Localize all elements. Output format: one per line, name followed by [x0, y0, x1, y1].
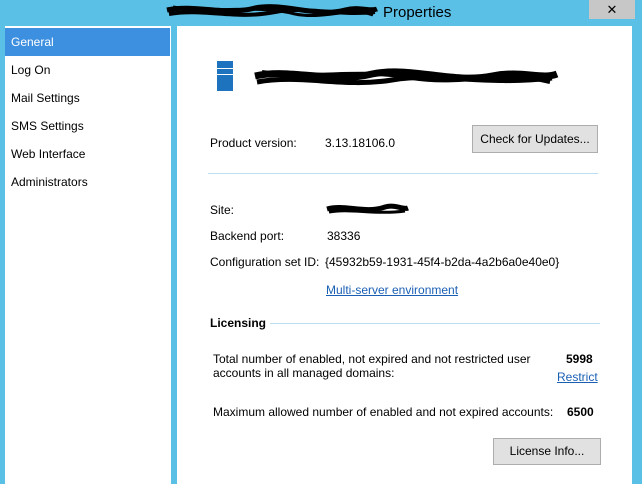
title-bar: Properties ✕ — [0, 0, 642, 26]
backend-port-value: 38336 — [327, 229, 361, 243]
sidebar-item-label: Log On — [11, 63, 51, 77]
restrict-link[interactable]: Restrict — [557, 370, 598, 384]
multi-server-environment-link[interactable]: Multi-server environment — [326, 283, 458, 297]
window-title: Properties — [383, 4, 452, 21]
check-for-updates-label: Check for Updates... — [480, 132, 590, 146]
configuration-set-id-value: {45932b59-1931-45f4-b2da-4a2b6a0e40e0} — [325, 255, 560, 269]
max-accounts-label: Maximum allowed number of enabled and no… — [213, 405, 554, 419]
redacted-title-scribble — [166, 4, 378, 18]
max-accounts-value: 6500 — [567, 405, 594, 419]
license-info-button[interactable]: License Info... — [493, 438, 601, 465]
redacted-server-name-scribble — [254, 68, 559, 86]
backend-port-label: Backend port: — [210, 229, 285, 243]
site-label: Site: — [210, 203, 235, 217]
product-version-label: Product version: — [210, 136, 297, 150]
sidebar-item-label: SMS Settings — [11, 119, 84, 133]
total-accounts-label: Total number of enabled, not expired and… — [213, 352, 531, 380]
sidebar-item-label: Administrators — [11, 175, 88, 189]
close-button[interactable]: ✕ — [589, 0, 635, 19]
licensing-divider — [270, 323, 600, 324]
general-panel: Product version: 3.13.18106.0 Check for … — [177, 26, 632, 484]
sidebar-item-sms-settings[interactable]: SMS Settings — [5, 112, 170, 140]
sidebar-item-administrators[interactable]: Administrators — [5, 168, 170, 196]
redacted-site-scribble — [326, 203, 409, 214]
sidebar-item-label: General — [11, 35, 54, 49]
product-version-value: 3.13.18106.0 — [325, 136, 396, 150]
close-icon: ✕ — [606, 2, 618, 17]
licensing-heading: Licensing — [210, 316, 267, 330]
sidebar-item-log-on[interactable]: Log On — [5, 56, 170, 84]
sidebar: General Log On Mail Settings SMS Setting… — [5, 26, 171, 484]
sidebar-item-label: Mail Settings — [11, 91, 80, 105]
sidebar-item-web-interface[interactable]: Web Interface — [5, 140, 170, 168]
sidebar-item-label: Web Interface — [11, 147, 86, 161]
app-icon — [217, 61, 233, 91]
license-info-label: License Info... — [509, 444, 585, 458]
window-border-right — [632, 26, 642, 484]
sidebar-item-mail-settings[interactable]: Mail Settings — [5, 84, 170, 112]
configuration-set-id-label: Configuration set ID: — [210, 255, 320, 269]
sidebar-item-general[interactable]: General — [5, 28, 170, 56]
section-divider — [208, 173, 598, 174]
check-for-updates-button[interactable]: Check for Updates... — [472, 125, 598, 153]
total-accounts-value: 5998 — [566, 352, 593, 366]
